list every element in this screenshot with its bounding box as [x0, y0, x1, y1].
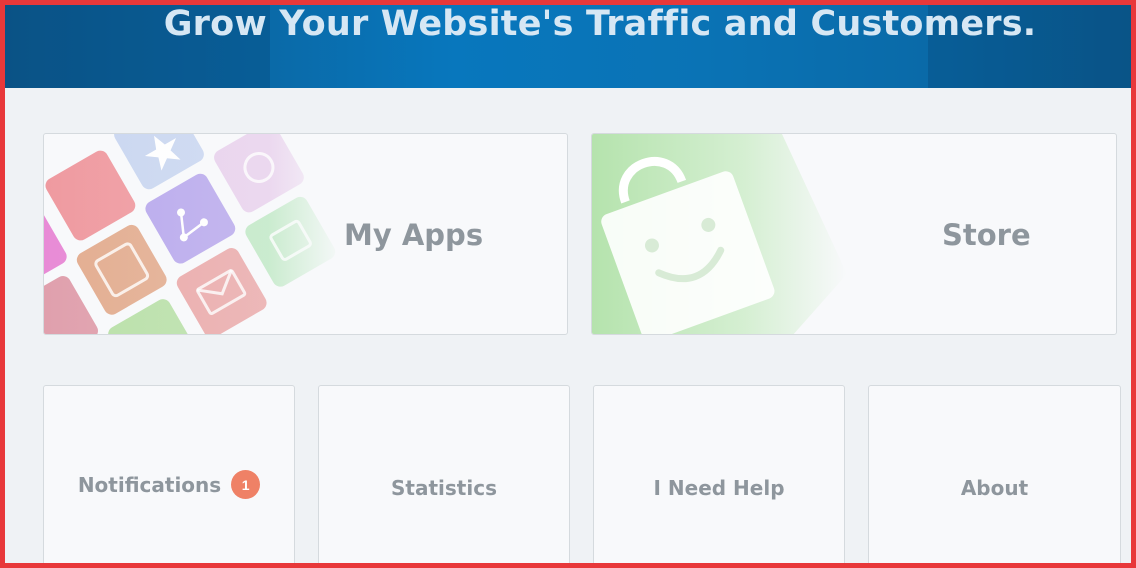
help-label: I Need Help: [653, 476, 785, 500]
store-label: Store: [942, 218, 1031, 252]
help-tile[interactable]: I Need Help: [593, 385, 845, 568]
about-tile[interactable]: About: [868, 385, 1121, 568]
store-card[interactable]: Store: [591, 133, 1117, 335]
apps-grid-icon: [44, 134, 344, 334]
my-apps-card[interactable]: My Apps: [43, 133, 568, 335]
my-apps-label: My Apps: [344, 218, 484, 252]
hero-banner: Grow Your Website's Traffic and Customer…: [0, 0, 1136, 88]
hero-title: Grow Your Website's Traffic and Customer…: [163, 4, 1037, 44]
notification-count-badge: 1: [231, 470, 261, 499]
statistics-tile[interactable]: Statistics: [318, 385, 570, 568]
about-label: About: [960, 476, 1029, 500]
notifications-label: Notifications: [77, 472, 222, 497]
statistics-label: Statistics: [391, 476, 497, 500]
notifications-tile[interactable]: Notifications 1: [43, 385, 295, 568]
shopping-bag-icon: [592, 134, 847, 334]
